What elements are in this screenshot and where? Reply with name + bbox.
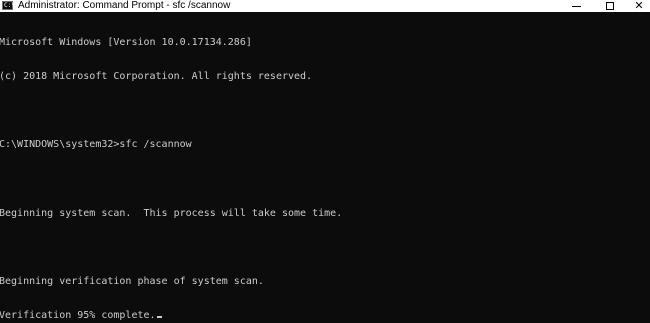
maximize-button[interactable] <box>595 0 625 12</box>
console-line: C:\WINDOWS\system32>sfc /scannow <box>0 139 192 151</box>
command-prompt-window: C:\ Administrator: Command Prompt - sfc … <box>0 0 650 323</box>
console-line: Beginning system scan. This process will… <box>0 207 343 219</box>
console-line-text: Verification 95% complete. <box>0 310 156 322</box>
window-title: Administrator: Command Prompt - sfc /sca… <box>18 0 231 11</box>
minimize-icon <box>571 5 581 7</box>
console-line: Beginning verification phase of system s… <box>0 276 264 288</box>
scrollbar[interactable] <box>640 12 650 323</box>
minimize-button[interactable] <box>561 0 591 12</box>
console-line: (c) 2018 Microsoft Corporation. All righ… <box>0 71 313 83</box>
console-line: Microsoft Windows [Version 10.0.17134.28… <box>0 36 252 48</box>
close-icon: ✕ <box>634 0 644 12</box>
title-bar[interactable]: C:\ Administrator: Command Prompt - sfc … <box>0 0 650 12</box>
cmd-icon-glyph: C:\ <box>4 2 15 9</box>
maximize-icon <box>606 2 614 10</box>
close-button[interactable]: ✕ <box>624 0 650 12</box>
console-output[interactable]: Microsoft Windows [Version 10.0.17134.28… <box>0 14 640 323</box>
console-line-last: Verification 95% complete. <box>0 310 640 321</box>
text-cursor <box>156 316 162 319</box>
cmd-icon: C:\ <box>2 1 15 10</box>
